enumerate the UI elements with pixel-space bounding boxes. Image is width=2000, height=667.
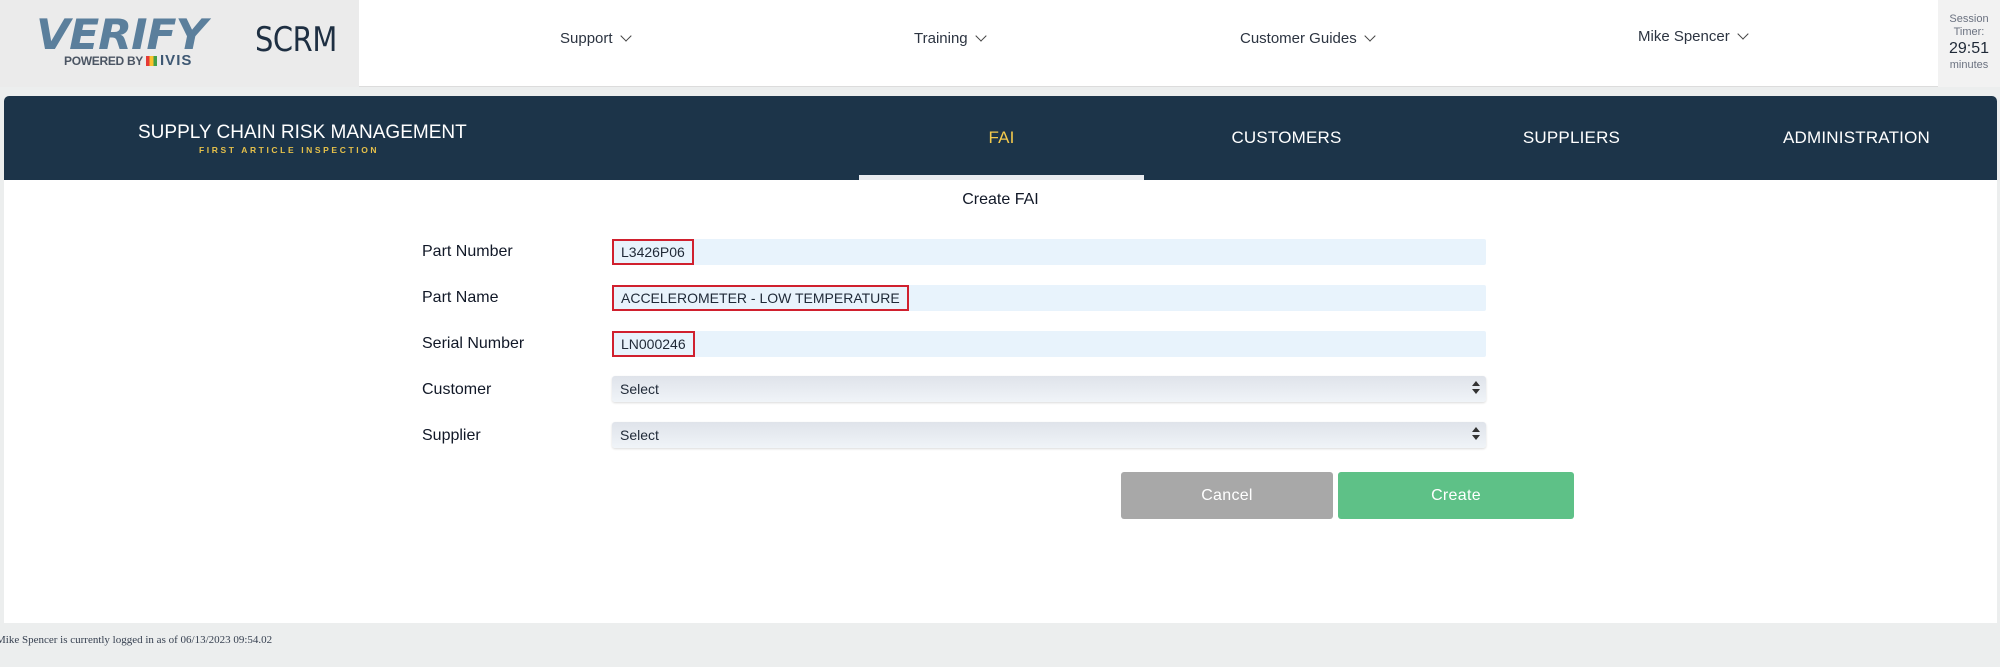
login-status: Mike Spencer is currently logged in as o…: [0, 634, 273, 646]
session-timer-label-2: Timer:: [1953, 26, 1985, 38]
nav-support[interactable]: Support: [560, 30, 632, 47]
customer-select[interactable]: Select: [612, 376, 1486, 402]
select-arrows-icon: [1472, 426, 1480, 442]
module-subtitle: FIRST ARTICLE INSPECTION: [199, 145, 380, 155]
chevron-down-icon: [1737, 28, 1749, 40]
supplier-label: Supplier: [422, 427, 481, 444]
module-nav-band: SUPPLY CHAIN RISK MANAGEMENT FIRST ARTIC…: [4, 96, 1997, 180]
session-timer: Session Timer: 29:51 minutes: [1938, 0, 2000, 87]
tab-fai[interactable]: FAI: [859, 96, 1144, 180]
tab-fai-label: FAI: [988, 128, 1015, 147]
part-number-value: L3426P06: [612, 239, 694, 265]
chevron-down-icon: [1364, 30, 1376, 42]
tab-administration[interactable]: ADMINISTRATION: [1714, 96, 1999, 180]
tab-administration-label: ADMINISTRATION: [1783, 128, 1930, 147]
logo-wordmark: VERIFY: [36, 10, 207, 59]
customer-select-value: Select: [620, 381, 659, 397]
tab-suppliers[interactable]: SUPPLIERS: [1429, 96, 1714, 180]
logo-powered-by: POWERED BY IVIS: [64, 52, 192, 69]
ivis-logo-icon: [146, 56, 158, 66]
create-button[interactable]: Create: [1338, 472, 1574, 519]
select-arrows-icon: [1472, 380, 1480, 396]
supplier-select-value: Select: [620, 427, 659, 443]
part-number-input[interactable]: L3426P06: [612, 239, 1486, 265]
session-timer-unit: minutes: [1949, 59, 1989, 71]
tab-customers-label: CUSTOMERS: [1231, 128, 1342, 147]
tab-suppliers-label: SUPPLIERS: [1522, 128, 1621, 147]
serial-number-value: LN000246: [612, 331, 695, 357]
nav-training-label: Training: [914, 30, 968, 47]
tab-customers[interactable]: CUSTOMERS: [1144, 96, 1429, 180]
part-name-value: ACCELEROMETER - LOW TEMPERATURE: [612, 285, 909, 311]
chevron-down-icon: [974, 30, 987, 42]
top-header: VERIFY POWERED BY IVIS SCRM Support Train…: [0, 0, 2000, 87]
cancel-button[interactable]: Cancel: [1121, 472, 1333, 519]
module-title: SUPPLY CHAIN RISK MANAGEMENT: [138, 122, 467, 143]
session-timer-value: 29:51: [1948, 40, 1990, 57]
user-menu[interactable]: Mike Spencer: [1638, 28, 1749, 45]
nav-training[interactable]: Training: [914, 30, 987, 47]
nav-customer-guides-label: Customer Guides: [1240, 30, 1357, 47]
nav-support-label: Support: [560, 30, 613, 47]
part-number-label: Part Number: [422, 243, 513, 260]
brand-area: VERIFY POWERED BY IVIS SCRM: [0, 0, 359, 87]
nav-customer-guides[interactable]: Customer Guides: [1240, 30, 1376, 47]
supplier-select[interactable]: Select: [612, 422, 1486, 448]
session-timer-label-1: Session: [1949, 13, 1989, 25]
customer-label: Customer: [422, 381, 492, 398]
verify-logo[interactable]: VERIFY POWERED BY IVIS: [36, 14, 216, 70]
app-name: SCRM: [255, 20, 337, 60]
powered-by-text: POWERED BY: [64, 54, 144, 68]
user-name: Mike Spencer: [1638, 28, 1730, 45]
part-name-label: Part Name: [422, 289, 499, 306]
ivis-text: IVIS: [160, 52, 193, 69]
part-name-input[interactable]: ACCELEROMETER - LOW TEMPERATURE: [612, 285, 1486, 311]
form-title: Create FAI: [962, 191, 1039, 208]
main-panel: SUPPLY CHAIN RISK MANAGEMENT FIRST ARTIC…: [4, 96, 1997, 623]
serial-number-input[interactable]: LN000246: [612, 331, 1486, 357]
serial-number-label: Serial Number: [422, 335, 525, 352]
chevron-down-icon: [619, 30, 632, 42]
